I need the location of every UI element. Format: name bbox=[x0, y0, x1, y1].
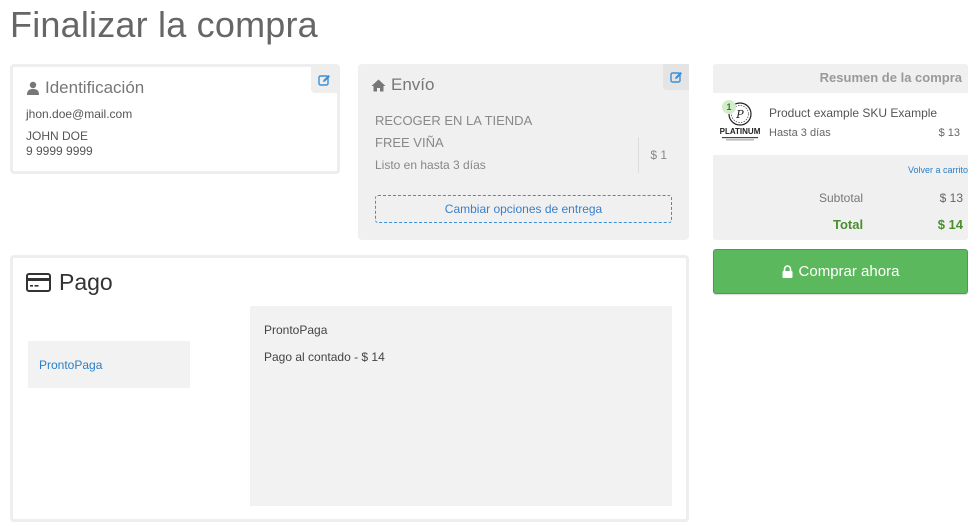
subtotal-label: Subtotal bbox=[819, 191, 864, 205]
product-price: $ 13 bbox=[938, 127, 960, 139]
payment-panel-name: ProntoPaga bbox=[264, 323, 328, 337]
user-icon bbox=[27, 81, 39, 95]
identification-edit-button[interactable] bbox=[311, 67, 337, 93]
shipping-ready-time: Listo en hasta 3 días bbox=[375, 158, 486, 172]
buy-now-label: Comprar ahora bbox=[798, 263, 900, 280]
payment-panel-description: Pago al contado - $ 14 bbox=[264, 350, 385, 364]
lock-icon bbox=[782, 265, 793, 278]
order-summary: Resumen de la compra P PLATINUM 1 Produc… bbox=[713, 64, 968, 240]
identification-phone: 9 9999 9999 bbox=[26, 144, 93, 158]
subtotal-value: $ 13 bbox=[939, 191, 963, 205]
shipping-store: FREE VIÑA bbox=[375, 135, 444, 150]
payment-box: Pago ProntoPaga ProntoPaga Pago al conta… bbox=[10, 255, 689, 522]
shipping-title-label: Envío bbox=[391, 75, 435, 94]
summary-header: Resumen de la compra bbox=[819, 70, 962, 85]
edit-icon bbox=[669, 71, 682, 83]
payment-tab-prontopaga[interactable]: ProntoPaga bbox=[28, 341, 190, 388]
identification-title-label: Identificación bbox=[45, 78, 145, 97]
svg-text:P: P bbox=[735, 108, 744, 121]
product-name: Product example SKU Example bbox=[769, 106, 938, 120]
total-value: $ 14 bbox=[937, 217, 963, 232]
product-delivery: Hasta 3 días bbox=[769, 127, 831, 139]
shipping-title: Envío bbox=[371, 75, 434, 95]
buy-now-button[interactable]: Comprar ahora bbox=[713, 249, 968, 294]
identification-name: JOHN DOE bbox=[26, 129, 89, 143]
page-title: Finalizar la compra bbox=[10, 4, 318, 45]
back-to-cart-link[interactable]: Volver a carrito bbox=[908, 165, 968, 175]
shipping-method: RECOGER EN LA TIENDA bbox=[375, 113, 533, 128]
summary-item: P PLATINUM 1 Product example SKU Example… bbox=[713, 93, 968, 155]
product-logo-text: PLATINUM bbox=[720, 127, 761, 136]
home-icon bbox=[371, 79, 386, 91]
shipping-box: Envío RECOGER EN LA TIENDA FREE VIÑA Lis… bbox=[358, 64, 689, 240]
credit-card-icon bbox=[26, 273, 51, 292]
identification-email: jhon.doe@mail.com bbox=[26, 107, 133, 121]
identification-title: Identificación bbox=[26, 78, 144, 98]
payment-title: Pago bbox=[26, 269, 113, 296]
shipping-price: $ 1 bbox=[650, 148, 667, 162]
identification-box: Identificación jhon.doe@mail.com JOHN DO… bbox=[10, 64, 340, 174]
shipping-edit-button[interactable] bbox=[663, 64, 689, 90]
edit-icon bbox=[317, 74, 330, 86]
payment-title-label: Pago bbox=[59, 269, 113, 295]
quantity-badge: 1 bbox=[722, 100, 736, 114]
payment-panel: ProntoPaga Pago al contado - $ 14 bbox=[250, 306, 672, 506]
shipping-divider bbox=[638, 137, 639, 173]
change-delivery-button[interactable]: Cambiar opciones de entrega bbox=[375, 195, 672, 223]
total-label: Total bbox=[833, 217, 864, 232]
